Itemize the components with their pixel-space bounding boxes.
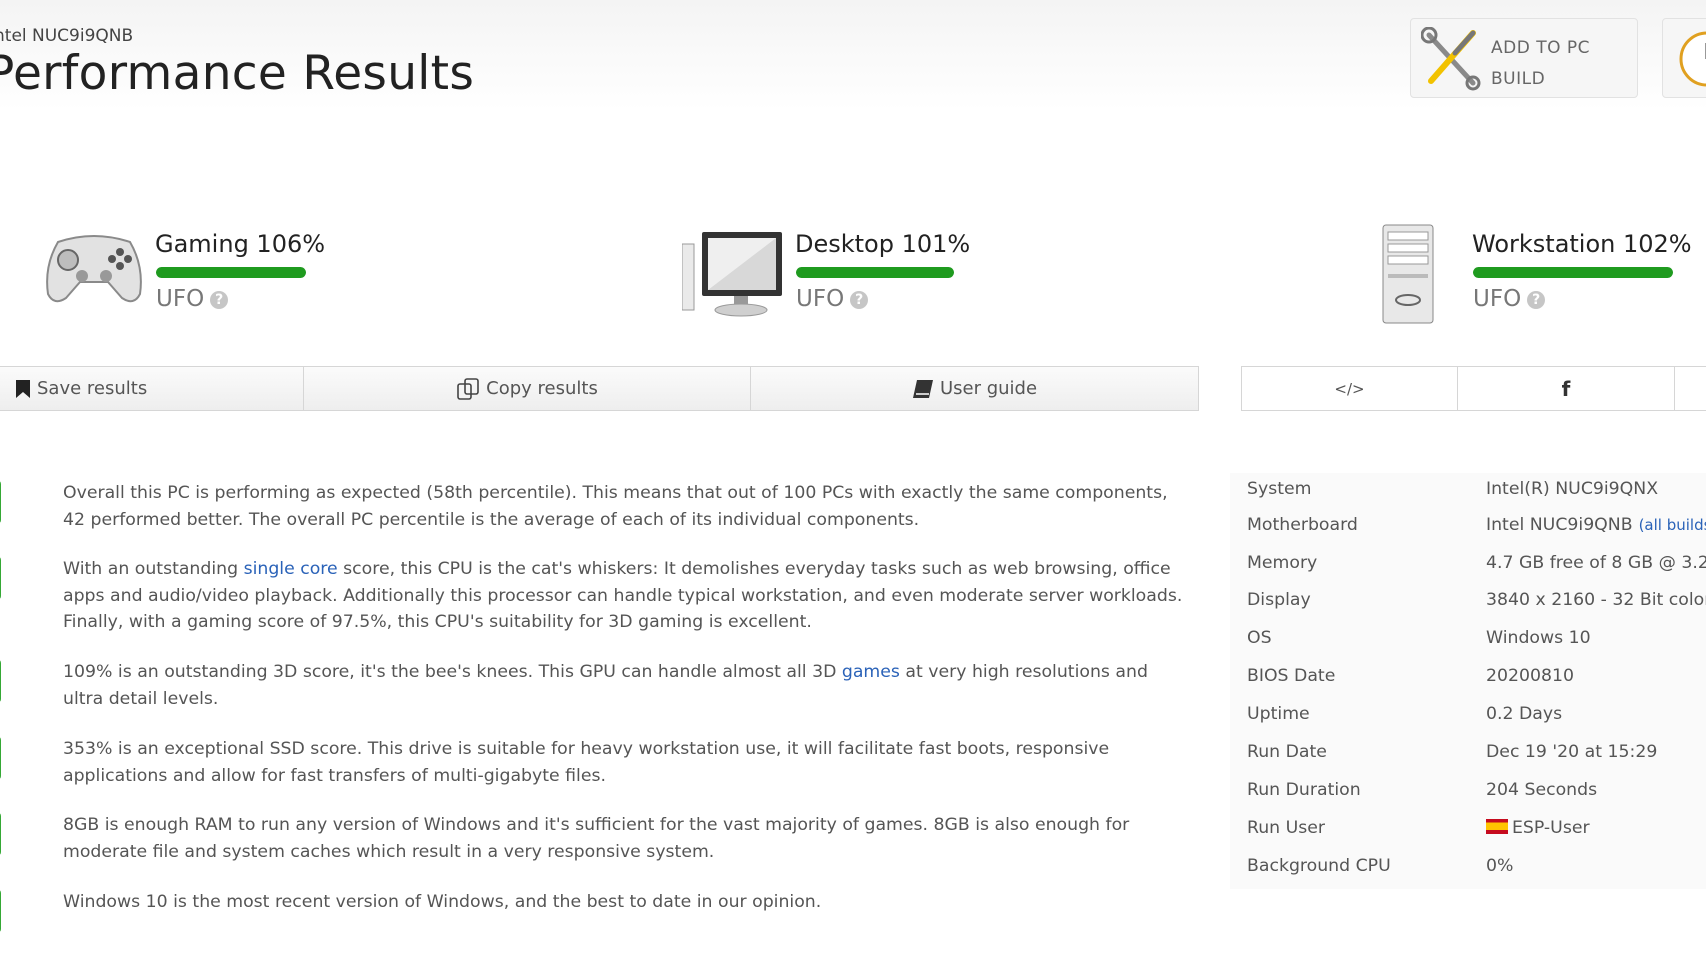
score-gaming-tier: UFO?	[156, 286, 229, 312]
save-results-label: Save results	[37, 378, 148, 399]
summary-gpu-text-a: 109% is an outstanding 3D score, it's th…	[63, 662, 842, 682]
tools-icon	[1421, 27, 1481, 91]
copy-results-button[interactable]: Copy results	[304, 366, 751, 411]
book-icon	[912, 379, 933, 398]
summary-ram: 8GB is enough RAM to run any version of …	[0, 812, 1183, 865]
single-core-link[interactable]: single core	[244, 559, 338, 579]
all-builds-link[interactable]: (all builds)	[1639, 516, 1706, 534]
info-value-run-user: ESP-User	[1486, 818, 1590, 838]
user-guide-button[interactable]: User guide	[751, 366, 1199, 411]
copy-results-label: Copy results	[486, 378, 598, 399]
score-gaming-bar	[156, 267, 306, 278]
save-results-button[interactable]: Save results	[0, 366, 304, 411]
info-label-os: OS	[1247, 628, 1272, 648]
share-bar: </> f	[1241, 366, 1706, 411]
summary-os: Windows 10 is the most recent version of…	[0, 889, 822, 933]
score-gaming-bar-fill	[156, 267, 306, 278]
score-workstation-title: Workstation 102%	[1472, 230, 1692, 258]
run-user-value: ESP-User	[1512, 818, 1590, 838]
monitor-icon	[682, 232, 782, 317]
score-gaming-title: Gaming 106%	[155, 230, 326, 258]
bookmark-icon	[16, 379, 30, 398]
info-value-bios-date: 20200810	[1486, 666, 1574, 686]
info-value-run-date: Dec 19 '20 at 15:29	[1486, 742, 1658, 762]
tier-label: UFO	[156, 286, 205, 312]
summary-gpu: 109% is an outstanding 3D score, it's th…	[0, 659, 1183, 712]
facebook-share-button[interactable]: f	[1458, 366, 1675, 411]
add-to-pc-build-button[interactable]: ADD TO PC BUILD	[1410, 18, 1638, 98]
score-desktop-bar	[796, 267, 954, 278]
info-value-motherboard: Intel NUC9i9QNB (all builds)	[1486, 515, 1706, 535]
page-title: Performance Results	[0, 46, 475, 101]
info-label-system: System	[1247, 479, 1312, 499]
help-icon[interactable]: ?	[210, 291, 229, 309]
info-value-memory: 4.7 GB free of 8 GB @ 3.2 GHz	[1486, 553, 1706, 573]
info-value-os: Windows 10	[1486, 628, 1591, 648]
status-marker	[0, 736, 1, 780]
facebook-icon: f	[1561, 376, 1571, 401]
status-marker	[0, 659, 1, 703]
more-share-button[interactable]	[1675, 366, 1706, 411]
info-label-motherboard: Motherboard	[1247, 515, 1358, 535]
results-actions-bar: Save results Copy results User guide	[0, 366, 1199, 411]
summary-overall: Overall this PC is performing as expecte…	[0, 480, 1183, 533]
tier-label: UFO	[796, 286, 845, 312]
history-button[interactable]	[1662, 18, 1706, 98]
score-workstation-bar	[1473, 267, 1673, 278]
info-value-run-duration: 204 Seconds	[1486, 780, 1598, 800]
info-label-memory: Memory	[1247, 553, 1318, 573]
embed-icon: </>	[1334, 379, 1365, 398]
info-label-display: Display	[1247, 590, 1311, 610]
score-desktop-title: Desktop 101%	[795, 230, 971, 258]
add-to-pc-build-label: ADD TO PC BUILD	[1491, 38, 1591, 89]
score-workstation-tier: UFO?	[1473, 286, 1546, 312]
info-value-uptime: 0.2 Days	[1486, 704, 1563, 724]
score-workstation-bar-fill	[1473, 267, 1673, 278]
info-label-run-duration: Run Duration	[1247, 780, 1361, 800]
info-label-bios-date: BIOS Date	[1247, 666, 1336, 686]
score-desktop-tier: UFO?	[796, 286, 869, 312]
system-info-panel: System Intel(R) NUC9i9QNX Motherboard In…	[1230, 473, 1706, 889]
tier-label: UFO	[1473, 286, 1522, 312]
copy-icon	[457, 377, 479, 400]
summary-cpu: With an outstanding single core score, t…	[0, 556, 1183, 636]
status-marker	[0, 889, 1, 933]
summary-cpu-text-a: With an outstanding	[63, 559, 244, 579]
gamepad-icon	[46, 235, 142, 303]
score-desktop-bar-fill	[796, 267, 954, 278]
help-icon[interactable]: ?	[850, 291, 869, 309]
summary-ram-text: 8GB is enough RAM to run any version of …	[63, 815, 1130, 862]
games-link[interactable]: games	[842, 662, 900, 682]
summary-ssd: 353% is an exceptional SSD score. This d…	[0, 736, 1183, 789]
clock-icon	[1679, 31, 1706, 87]
info-label-run-date: Run Date	[1247, 742, 1327, 762]
motherboard-value: Intel NUC9i9QNB	[1486, 515, 1633, 535]
page-subtitle: ntel NUC9i9QNB	[0, 26, 134, 46]
status-marker	[0, 812, 1, 856]
help-icon[interactable]: ?	[1527, 291, 1546, 309]
summary-os-text: Windows 10 is the most recent version of…	[63, 892, 822, 912]
pc-tower-icon	[1382, 224, 1434, 324]
info-label-uptime: Uptime	[1247, 704, 1310, 724]
info-value-display: 3840 x 2160 - 32 Bit colores	[1486, 590, 1706, 610]
user-guide-label: User guide	[939, 378, 1038, 399]
summary-ssd-text: 353% is an exceptional SSD score. This d…	[63, 739, 1110, 786]
summary-overall-text: Overall this PC is performing as expecte…	[63, 483, 1168, 530]
status-marker	[0, 480, 1, 524]
embed-button[interactable]: </>	[1241, 366, 1458, 411]
spain-flag-icon	[1486, 819, 1508, 834]
info-label-run-user: Run User	[1247, 818, 1326, 838]
info-value-background-cpu: 0%	[1486, 856, 1514, 876]
info-label-background-cpu: Background CPU	[1247, 856, 1391, 876]
status-marker	[0, 556, 1, 600]
info-value-system: Intel(R) NUC9i9QNX	[1486, 479, 1659, 499]
